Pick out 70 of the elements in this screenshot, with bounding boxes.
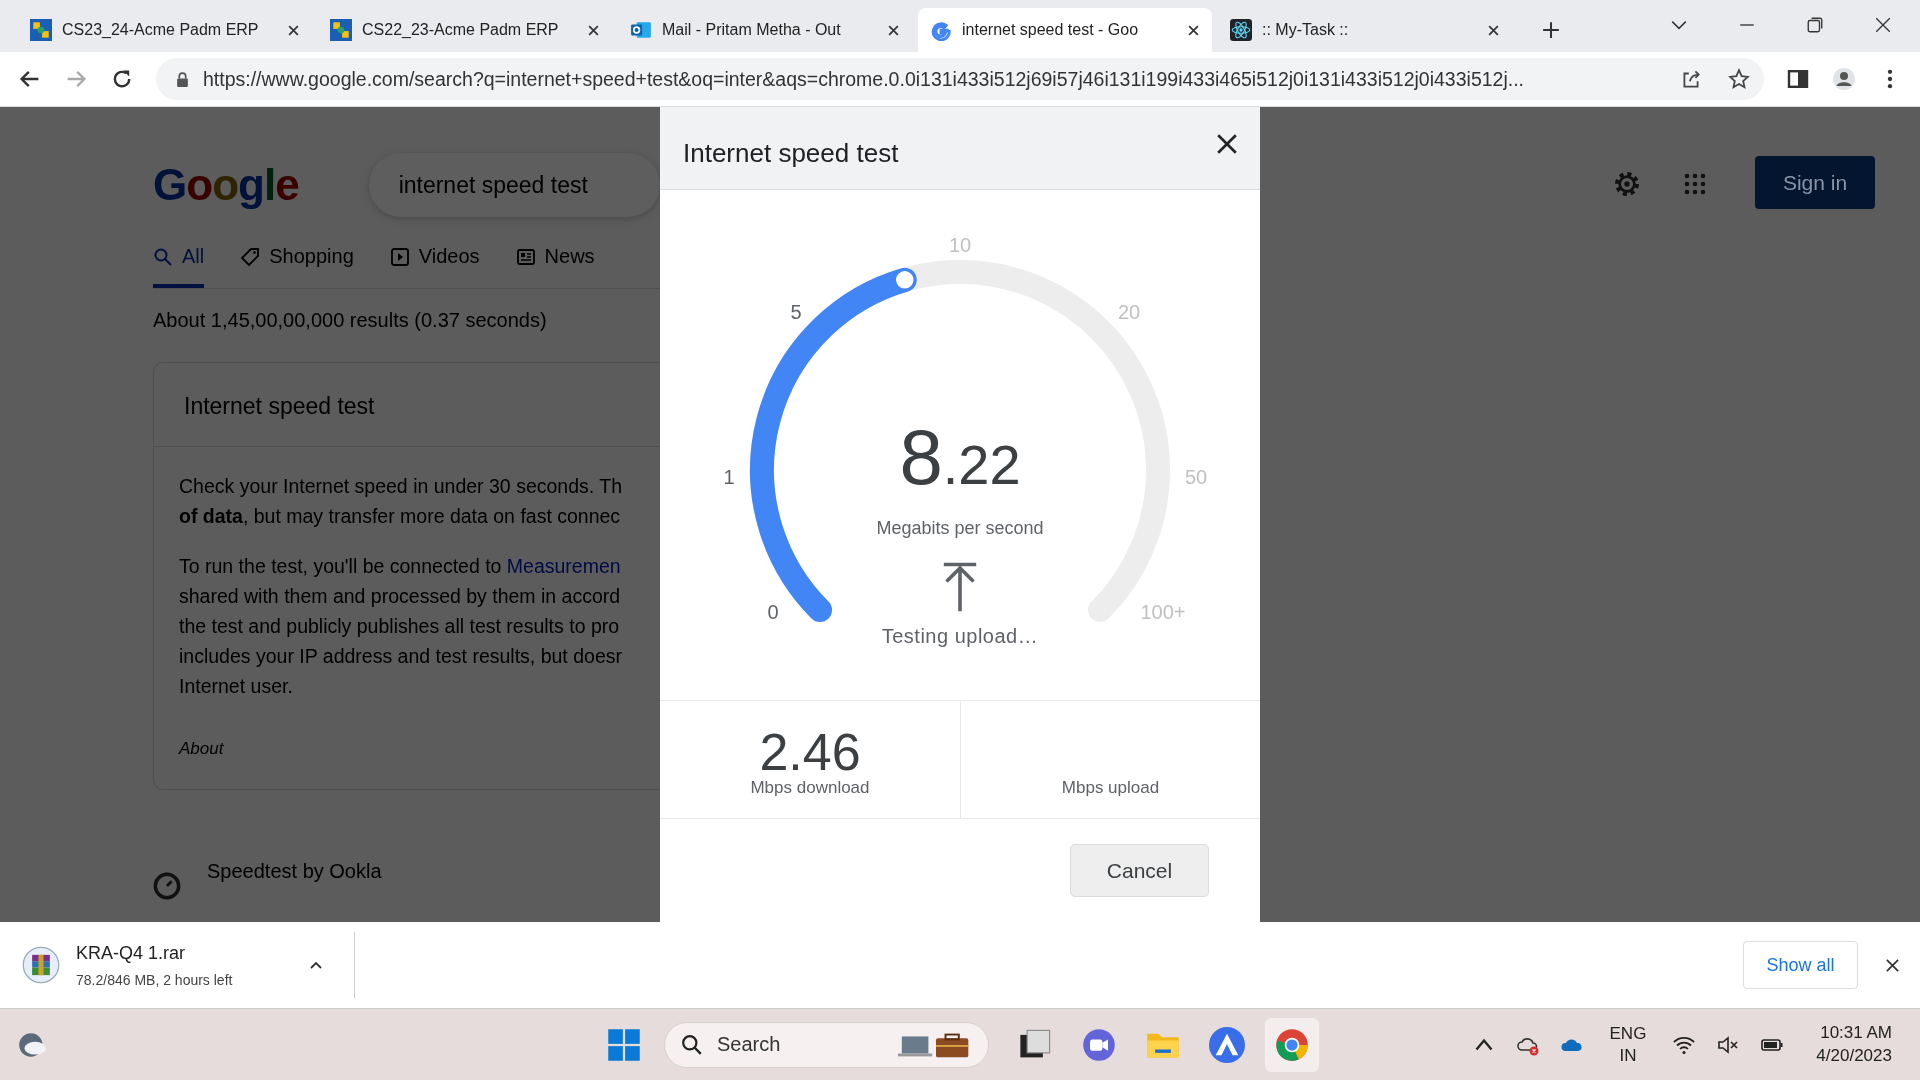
upload-icon xyxy=(942,561,978,613)
show-all-button[interactable]: Show all xyxy=(1743,941,1858,989)
unit-label: Megabits per second xyxy=(876,518,1044,539)
video-chat-icon[interactable] xyxy=(1081,1026,1117,1063)
close-icon[interactable] xyxy=(587,23,600,37)
atom-icon xyxy=(1230,19,1252,41)
language-indicator[interactable]: ENG IN xyxy=(1609,1023,1647,1066)
browser-tab[interactable]: :: My-Task :: xyxy=(1218,8,1512,52)
search-icon xyxy=(153,246,173,267)
status-text: Testing upload… xyxy=(881,625,1039,648)
speed-result: 2.46 xyxy=(759,726,861,778)
scale-label: 10 xyxy=(948,233,972,257)
close-icon[interactable] xyxy=(1216,133,1238,155)
tab-title: CS22_23-Acme Padm ERP xyxy=(362,21,560,39)
tab-title: internet speed test - Goo xyxy=(962,21,1140,39)
browser-tab[interactable]: internet speed test - Goo xyxy=(918,8,1212,52)
scale-label: 100+ xyxy=(1140,600,1186,624)
close-icon[interactable] xyxy=(887,23,900,37)
download-progress-text: 78.2/846 MB, 2 hours left xyxy=(76,971,234,988)
mail-logo-icon xyxy=(630,19,652,41)
address-bar[interactable]: https://www.google.com/search?q=internet+speed+test&oq=inter&aqs=chrome.0.0i131i433i512j69i57j46i131i199i433i465i512j0i131i433i512j0i433i512j... xyxy=(156,58,1764,100)
speedometer-icon xyxy=(153,872,181,900)
close-icon[interactable] xyxy=(1487,23,1500,37)
chrome-logo-icon xyxy=(1274,1026,1310,1063)
description-text: Check your Internet speed in under 30 seconds. Th of data, but may transfer more data on fast connec xyxy=(179,474,623,529)
scale-label: 0 xyxy=(767,600,779,624)
close-icon[interactable] xyxy=(1874,16,1892,34)
grid-logo-icon xyxy=(30,19,52,41)
triangle-app-icon[interactable] xyxy=(1209,1026,1245,1063)
tab-title: CS23_24-Acme Padm ERP xyxy=(62,21,260,39)
restore-icon[interactable] xyxy=(1806,16,1824,34)
search-icon xyxy=(681,1033,703,1056)
g-logo-icon xyxy=(930,19,952,41)
new-tab-icon[interactable] xyxy=(1542,21,1560,39)
newspaper-icon xyxy=(515,246,536,267)
close-icon[interactable] xyxy=(287,23,300,37)
scale-label: 1 xyxy=(723,465,735,489)
tab-title: Mail - Pritam Metha - Out xyxy=(662,21,842,39)
profile-avatar-icon[interactable] xyxy=(1832,67,1856,91)
play-icon xyxy=(389,246,410,267)
grid-logo-icon xyxy=(330,19,352,41)
apps-grid-icon[interactable] xyxy=(1683,172,1707,196)
cancel-button[interactable]: Cancel xyxy=(1070,844,1209,897)
browser-tab[interactable]: CS22_23-Acme Padm ERP xyxy=(318,8,612,52)
scale-label: 5 xyxy=(790,300,802,324)
sign-in-button[interactable]: Sign in xyxy=(1755,156,1875,209)
lock-icon xyxy=(176,71,189,87)
speed-value: 8.22 xyxy=(899,418,1021,496)
windows-start-icon[interactable] xyxy=(606,1026,642,1063)
browser-tab[interactable]: Mail - Pritam Metha - Out xyxy=(618,8,912,52)
browser-tab[interactable]: CS23_24-Acme Padm ERP xyxy=(18,8,312,52)
result-label: Mbps upload xyxy=(1061,778,1160,798)
side-panel-icon[interactable] xyxy=(1786,67,1810,91)
result-count: About 1,45,00,00,000 results (0.37 seconds) xyxy=(153,309,548,332)
close-icon[interactable] xyxy=(1885,957,1900,973)
scale-label: 50 xyxy=(1184,465,1208,489)
taskbar-search-field[interactable]: Search xyxy=(664,1021,989,1068)
result-label: Mbps download xyxy=(750,778,870,798)
tag-icon xyxy=(240,246,261,267)
dialog-title: Internet speed test xyxy=(683,137,899,169)
tab-title: :: My-Task :: xyxy=(1262,21,1350,39)
file-name[interactable]: KRA-Q4 1.rar xyxy=(76,942,296,964)
description-text: To run the test, you'll be connected to Measuremen shared with them and processed by them in accord the test and publicly publishes all test results to pro includes your IP address and test results, but doesr Internet user. xyxy=(179,554,623,699)
clock[interactable]: 10:31 AM 4/20/2023 xyxy=(1816,1021,1892,1068)
archive-file-icon xyxy=(22,946,60,984)
star-icon[interactable] xyxy=(1728,68,1750,90)
scale-label: 20 xyxy=(1117,300,1141,324)
chrome-taskbar-button[interactable] xyxy=(1265,1017,1319,1072)
close-icon[interactable] xyxy=(1187,23,1200,37)
url-text: https://www.google.com/search?q=internet+speed+test&oq=inter&aqs=chrome.0.0i131i433i512j69i57j46i131i199i433i465i512j0i131i433i512j0i433i512j... xyxy=(203,67,1525,91)
